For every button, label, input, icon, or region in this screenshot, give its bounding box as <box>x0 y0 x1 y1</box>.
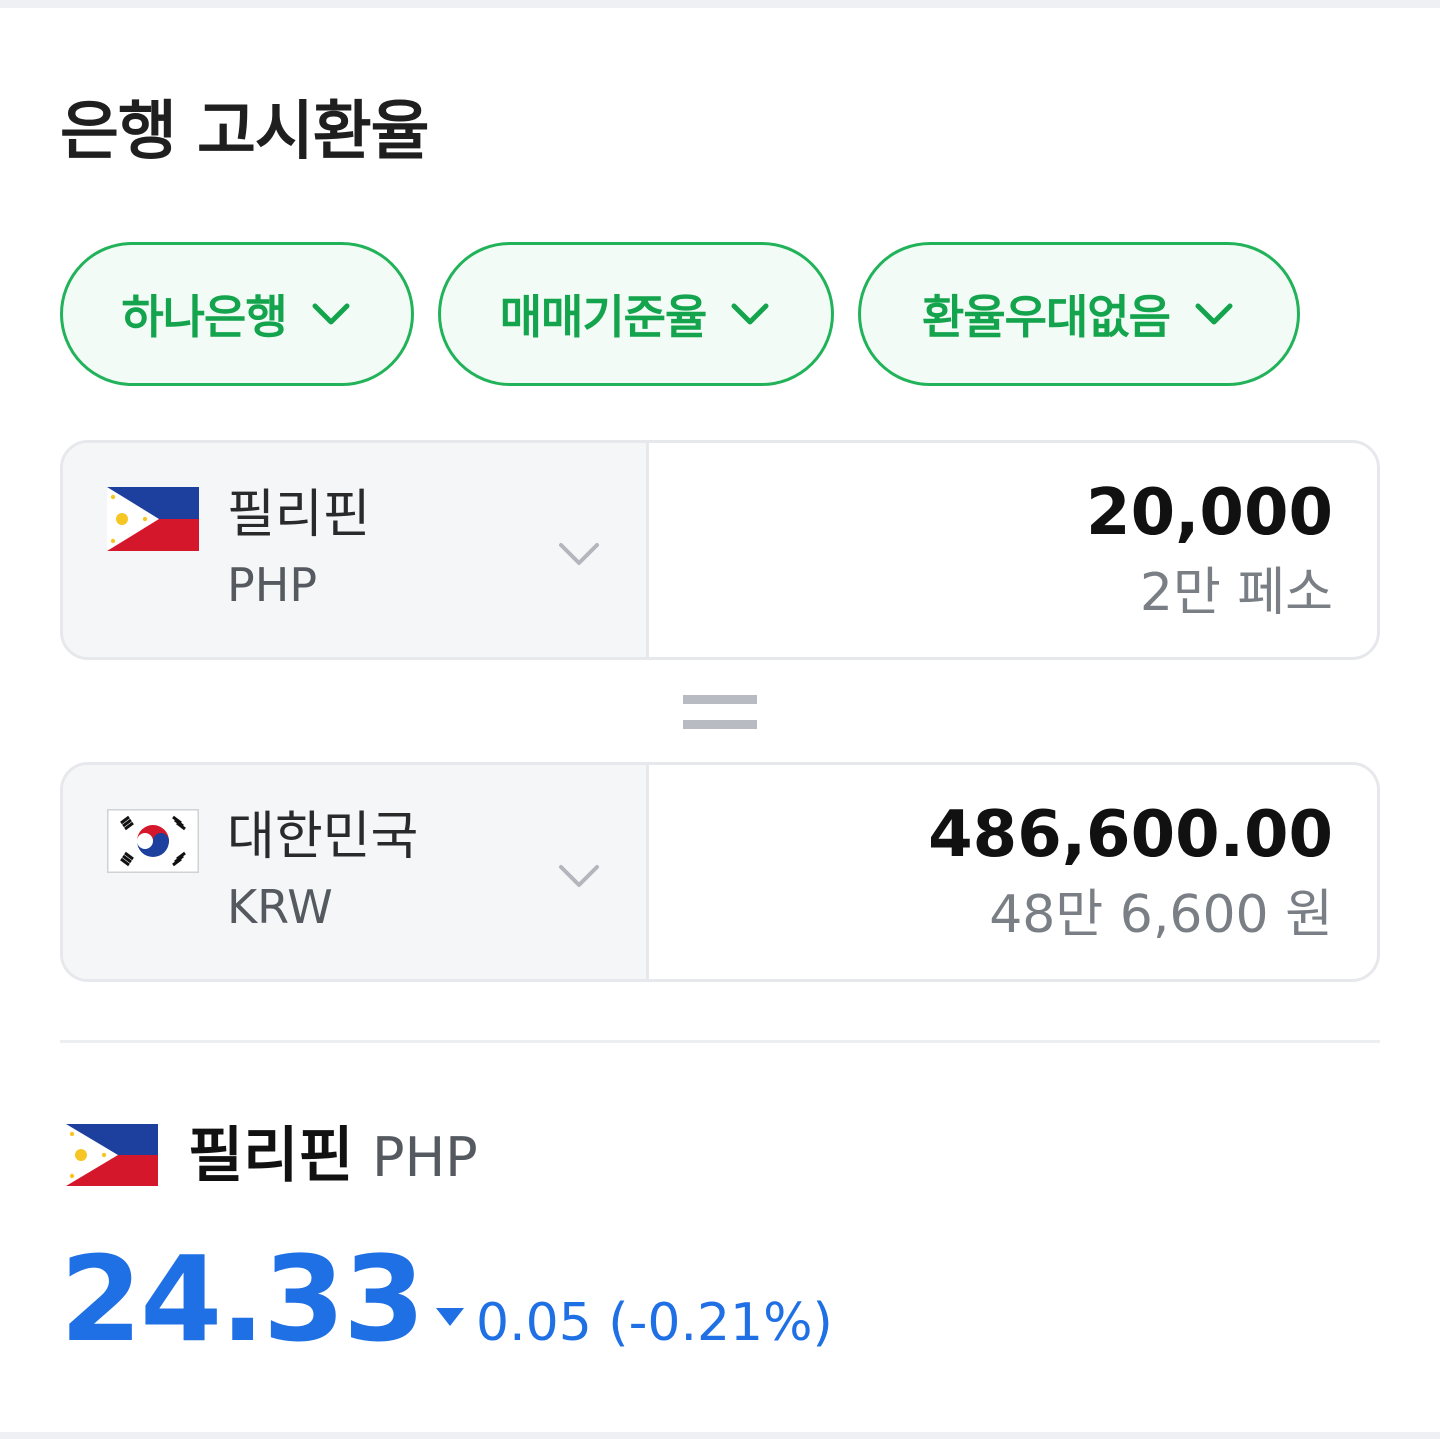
philippines-flag-icon <box>107 487 199 551</box>
from-currency-select[interactable]: 필리핀 PHP <box>63 443 649 657</box>
chevron-down-icon <box>731 303 769 325</box>
chevron-down-icon <box>1195 303 1233 325</box>
to-amount-words: 48만 6,600 원 <box>989 885 1333 945</box>
from-currency-row: 필리핀 PHP 20,000 2만 페소 <box>60 440 1380 660</box>
philippines-flag-icon <box>66 1124 158 1186</box>
section-divider <box>60 1040 1380 1043</box>
rate-currency-name: 필리핀 <box>188 1121 354 1191</box>
top-edge <box>0 0 1440 8</box>
rate-change-text: 0.05 (-0.21%) <box>476 1293 833 1353</box>
preference-filter-label: 환율우대없음 <box>922 290 1171 344</box>
chevron-down-icon <box>559 543 599 565</box>
rate-type-filter-label: 매매기준율 <box>499 290 708 344</box>
rate-currency-code: PHP <box>372 1126 478 1189</box>
exchange-rate-value: 24.33 <box>60 1230 425 1368</box>
from-amount-input[interactable]: 20,000 <box>733 473 1333 553</box>
bottom-edge <box>0 1432 1440 1439</box>
from-amount-words: 2만 페소 <box>1139 563 1333 623</box>
to-amount-input[interactable]: 486,600.00 <box>733 795 1333 875</box>
equals-icon <box>683 695 757 729</box>
chevron-down-icon <box>559 865 599 887</box>
bank-filter-label: 하나은행 <box>121 290 287 344</box>
bank-filter-button[interactable]: 하나은행 <box>60 242 414 386</box>
to-currency-name: 대한민국 <box>227 807 419 867</box>
preference-filter-button[interactable]: 환율우대없음 <box>858 242 1300 386</box>
from-currency-name: 필리핀 <box>227 485 371 545</box>
from-currency-code: PHP <box>227 558 318 612</box>
down-triangle-icon <box>436 1308 464 1326</box>
rate-type-filter-button[interactable]: 매매기준율 <box>438 242 834 386</box>
to-currency-code: KRW <box>227 880 333 934</box>
page-title: 은행 고시환율 <box>60 95 430 169</box>
chevron-down-icon <box>312 303 350 325</box>
to-currency-row: 대한민국 KRW 486,600.00 48만 6,600 원 <box>60 762 1380 982</box>
korea-flag-icon <box>107 809 199 873</box>
to-currency-select[interactable]: 대한민국 KRW <box>63 765 649 979</box>
